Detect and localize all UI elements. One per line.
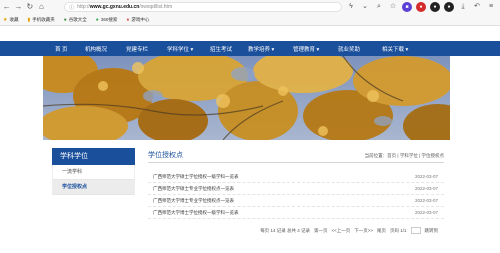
- bookmark-item[interactable]: ● 谷歌大全: [64, 17, 87, 23]
- bookmark-item[interactable]: ▮ 手机收藏夹: [27, 17, 54, 23]
- chevron-down-icon: ▾: [190, 46, 194, 53]
- chevron-down-icon: ▾: [316, 46, 320, 53]
- nav-employment[interactable]: 就业奖助: [338, 45, 382, 53]
- nav-training[interactable]: 教学培养 ▾: [248, 45, 293, 53]
- list-item[interactable]: 广西师范大学硕士专业学位授权点一览表 2022-03-07: [148, 183, 444, 195]
- pager-summary: 每页 14 记录 总共 4 记录: [260, 227, 310, 233]
- nav-downloads[interactable]: 相关下载 ▾: [382, 45, 422, 53]
- bookmark-item[interactable]: ● 360搜索: [96, 17, 118, 23]
- pager-next[interactable]: 下一页>>: [354, 228, 373, 234]
- url-scheme: http://: [77, 4, 90, 10]
- nav-management[interactable]: 管理教育 ▾: [293, 45, 338, 53]
- folder-icon: ●: [95, 16, 99, 23]
- extension-icon[interactable]: ●: [416, 2, 426, 12]
- extension-icon[interactable]: ●: [430, 2, 440, 12]
- sidebar-item-degree-authorization[interactable]: 学位授权点: [52, 180, 135, 195]
- download-icon[interactable]: ⤓: [458, 2, 468, 12]
- breadcrumb[interactable]: 当前位置：首页 | 学科学位 | 学位授权点: [365, 153, 444, 162]
- page-jump-input[interactable]: [410, 227, 421, 234]
- browser-toolbar: ← → ↻ ⌂ ⓘ http:// www.gc.gxnu.edu.cn /xw…: [0, 0, 500, 14]
- sidebar: 学科学位 一流学科 学位授权点: [52, 148, 135, 195]
- pager-prev[interactable]: <<上一页: [331, 228, 350, 234]
- info-icon: ⓘ: [69, 4, 75, 11]
- banner-image: [43, 56, 450, 140]
- back-icon[interactable]: ←: [2, 1, 12, 13]
- pager-page: 页码 1/1: [389, 227, 407, 233]
- nav-about[interactable]: 机构概况: [85, 45, 126, 53]
- sidebar-item-first-class-discipline[interactable]: 一流学科: [52, 165, 135, 180]
- undo-icon[interactable]: ↶: [472, 2, 482, 12]
- chevron-down-icon: ▾: [405, 46, 409, 53]
- address-bar[interactable]: ⓘ http:// www.gc.gxnu.edu.cn /xwxqd/list…: [64, 2, 342, 12]
- pager-last[interactable]: 尾页: [377, 228, 386, 234]
- bookmark-item[interactable]: ★ 收藏: [3, 17, 18, 23]
- article-list: 广西师范大学硕士学位授权一级学科一览表 2022-03-07 广西师范大学硕士专业…: [148, 171, 444, 219]
- extension-icon[interactable]: ●: [444, 2, 454, 12]
- pager-first[interactable]: 第一页: [314, 228, 328, 234]
- main-nav: 首 页 机构概况 党建专栏 学科学位 ▾ 招生考试 教学培养 ▾ 管理教育 ▾ …: [0, 41, 500, 56]
- nav-home[interactable]: 首 页: [55, 45, 85, 53]
- url-host: www.gc.gxnu.edu.cn: [89, 4, 140, 10]
- sidebar-title: 学科学位: [52, 148, 135, 165]
- list-item[interactable]: 广西师范大学博士学位授权一级学科一览表 2022-03-07: [148, 207, 444, 219]
- pager-jump[interactable]: 跳转到: [425, 228, 439, 234]
- url-path: /xwxqd/list.htm: [139, 4, 173, 10]
- chevron-down-icon: ▾: [271, 46, 275, 53]
- bookmarks-bar: ★ 收藏 ▮ 手机收藏夹 ● 谷歌大全 ● 360搜索 ● 游戏中心: [0, 14, 500, 26]
- main-content: 学位授权点 当前位置：首页 | 学科学位 | 学位授权点 广西师范大学硕士学位授…: [148, 149, 444, 234]
- folder-icon: ▮: [27, 16, 31, 23]
- search-icon[interactable]: ⌕: [374, 2, 384, 12]
- nav-disciplines[interactable]: 学科学位 ▾: [167, 45, 210, 53]
- extension-icon[interactable]: ■: [402, 2, 412, 12]
- folder-icon: ●: [63, 16, 67, 23]
- reload-icon[interactable]: ↻: [25, 1, 35, 13]
- list-item[interactable]: 广西师范大学硕士学位授权一级学科一览表 2022-03-07: [148, 171, 444, 183]
- pagination: 每页 14 记录 总共 4 记录 第一页 <<上一页 下一页>> 尾页 页码 1…: [148, 227, 444, 234]
- bolt-icon[interactable]: ϟ: [346, 2, 356, 12]
- menu-icon[interactable]: ≡: [486, 2, 496, 12]
- site-header: [0, 26, 500, 41]
- ginkgo-banner: [43, 56, 450, 140]
- dropdown-icon[interactable]: ⌄: [360, 2, 370, 12]
- nav-party[interactable]: 党建专栏: [126, 45, 167, 53]
- star-icon[interactable]: ☆: [388, 2, 398, 12]
- nav-admissions[interactable]: 招生考试: [210, 45, 248, 53]
- page-title: 学位授权点: [148, 152, 183, 159]
- bookmark-item[interactable]: ● 游戏中心: [126, 17, 149, 23]
- list-item[interactable]: 广西师范大学博士专业学位授权点一览表 2022-03-07: [148, 195, 444, 207]
- home-icon[interactable]: ⌂: [37, 1, 47, 13]
- star-icon: ★: [3, 16, 8, 23]
- content-header: 学位授权点 当前位置：首页 | 学科学位 | 学位授权点: [148, 149, 444, 163]
- forward-icon[interactable]: →: [14, 1, 24, 13]
- folder-icon: ●: [126, 16, 130, 23]
